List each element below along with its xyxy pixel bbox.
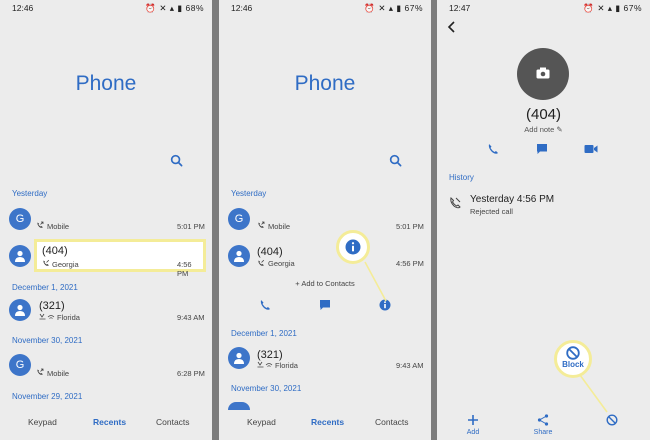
add-icon[interactable]	[467, 414, 479, 426]
block-icon	[566, 346, 580, 360]
section-nov29: November 29, 2021	[12, 392, 83, 401]
missed-call-wifi-icon	[39, 313, 55, 320]
call-sub: Mobile	[47, 222, 70, 231]
call-sub: Mobile	[47, 369, 70, 378]
avatar[interactable]	[9, 299, 31, 321]
bottom-tabs: Keypad Recents Contacts	[219, 417, 431, 431]
block-icon[interactable]	[606, 414, 618, 426]
section-yesterday: Yesterday	[12, 189, 48, 198]
avatar[interactable]	[228, 402, 250, 410]
callout-line	[364, 261, 387, 302]
share-icon[interactable]	[537, 414, 549, 426]
block-callout	[554, 340, 592, 378]
call-sub: Florida	[275, 361, 298, 370]
tab-recents[interactable]: Recents	[93, 417, 126, 427]
search-icon[interactable]	[170, 154, 183, 167]
highlighted-call-row[interactable]: (404) Georgia 4:56 PM	[34, 239, 206, 278]
contact-detail-screen: 12:47 ⏰ ✕ ▴ ▮ 67% (404) Add note ✎ Histo…	[437, 0, 650, 440]
bottom-tabs: Keypad Recents Contacts	[0, 417, 212, 431]
info-icon	[345, 239, 361, 255]
call-time: 9:43 AM	[177, 313, 205, 322]
section-nov30: November 30, 2021	[12, 336, 83, 345]
recents-screen-2: 12:46 ⏰ ✕ ▴ ▮ 67% Phone Yesterday G Mobi…	[219, 0, 431, 440]
status-time: 12:46	[12, 3, 34, 13]
tab-contacts[interactable]: Contacts	[156, 417, 190, 427]
call-time: 4:56 PM	[177, 260, 192, 278]
tab-keypad[interactable]: Keypad	[247, 417, 276, 427]
call-sub: Georgia	[52, 260, 79, 269]
add-label[interactable]: Add	[461, 429, 485, 436]
call-time: 6:28 PM	[177, 369, 205, 378]
avatar[interactable]: G	[9, 208, 31, 230]
outgoing-call-icon	[37, 221, 44, 228]
missed-call-wifi-icon	[257, 361, 273, 368]
incoming-call-icon	[43, 259, 50, 266]
section-nov30: November 30, 2021	[231, 384, 302, 393]
status-bar: 12:46 ⏰ ✕ ▴ ▮ 68%	[12, 3, 204, 13]
tab-contacts[interactable]: Contacts	[375, 417, 409, 427]
outgoing-call-icon	[37, 368, 44, 375]
tab-keypad[interactable]: Keypad	[28, 417, 57, 427]
tab-recents[interactable]: Recents	[311, 417, 344, 427]
call-time: 5:01 PM	[177, 222, 205, 231]
avatar[interactable]	[9, 245, 31, 267]
section-dec1: December 1, 2021	[231, 329, 297, 338]
section-dec1: December 1, 2021	[12, 283, 78, 292]
battery-level: 68%	[185, 3, 204, 13]
page-title: Phone	[75, 72, 137, 95]
share-label[interactable]: Share	[531, 429, 555, 436]
avatar[interactable]	[228, 347, 250, 369]
call-name: (404)	[42, 245, 68, 257]
call-name: (321)	[257, 349, 283, 361]
info-callout	[336, 230, 370, 264]
callout-line	[579, 374, 608, 413]
recents-screen-1: 12:46 ⏰ ✕ ▴ ▮ 68% Phone Yesterday G Mobi…	[0, 0, 212, 440]
call-name: (321)	[39, 300, 65, 312]
status-icons: ⏰ ✕ ▴ ▮ 68%	[145, 3, 204, 13]
avatar[interactable]: G	[9, 354, 31, 376]
call-sub: Florida	[57, 313, 80, 322]
call-time: 9:43 AM	[396, 361, 424, 370]
block-label: Block	[562, 360, 584, 369]
